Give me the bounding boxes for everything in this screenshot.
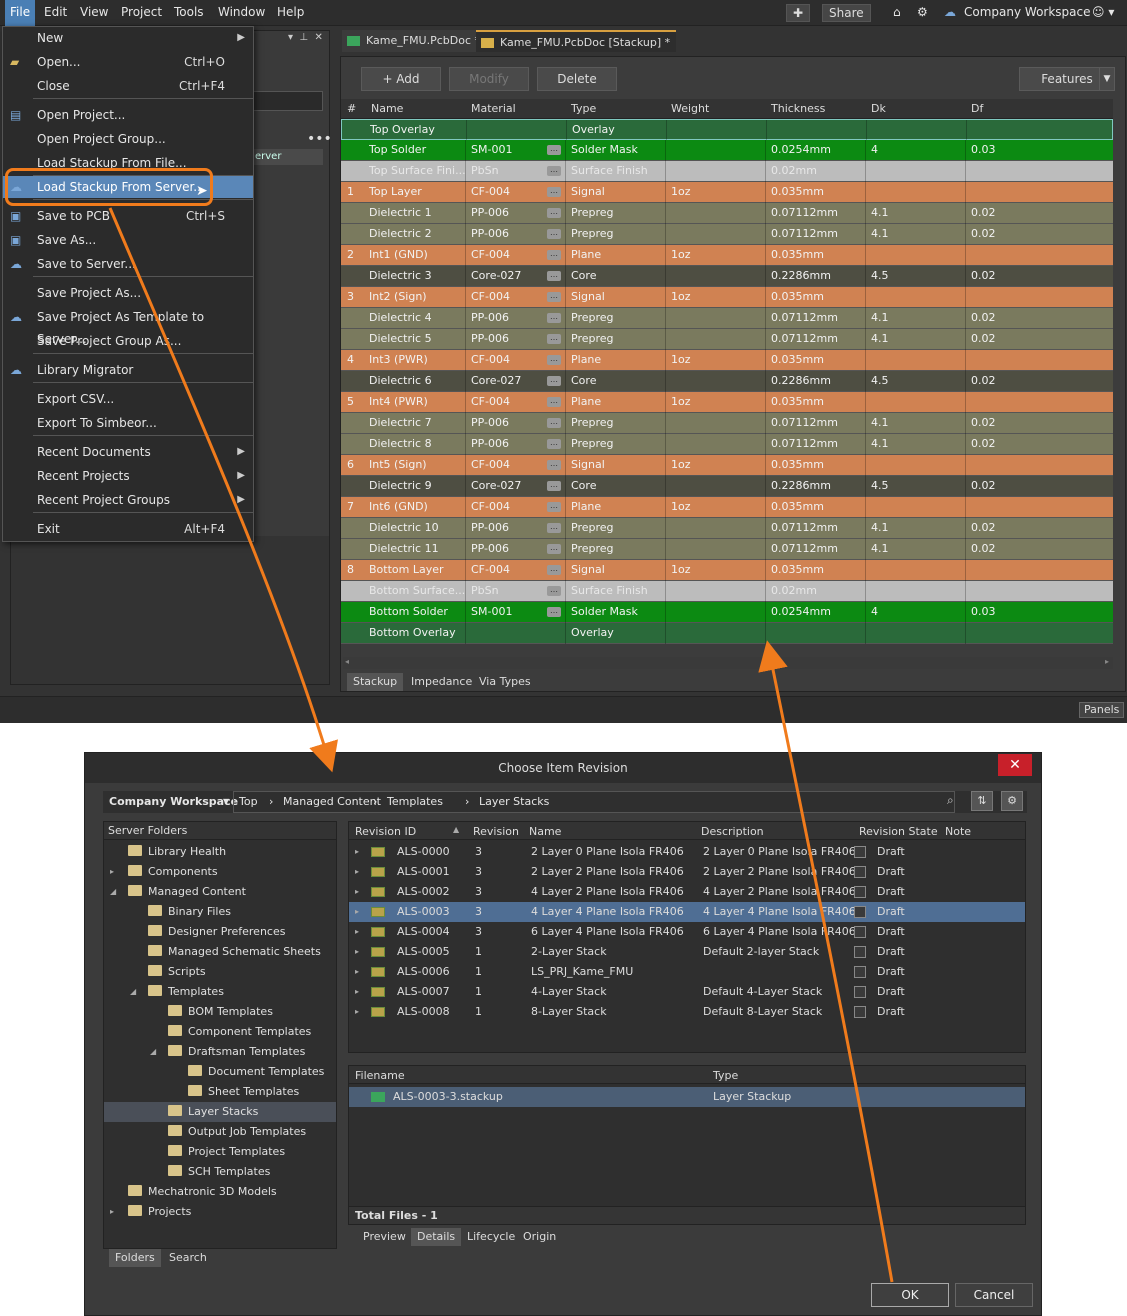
annotation-arrows [108, 207, 894, 1283]
arrow-to-stackup [758, 640, 894, 1283]
arrow-to-dialog [108, 207, 338, 773]
